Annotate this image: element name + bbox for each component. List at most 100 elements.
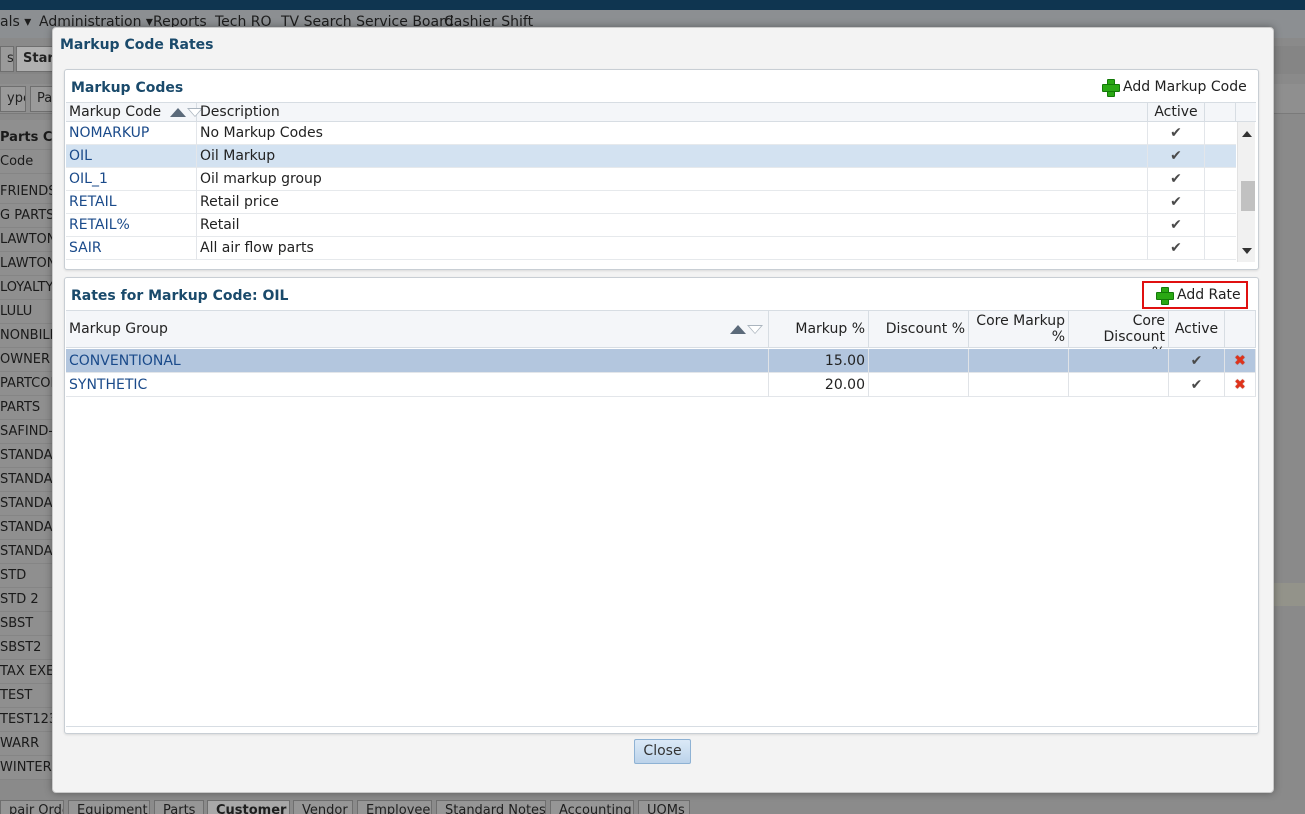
list-item[interactable]: STANDARD [0, 516, 60, 540]
list-item[interactable]: TAX EXEM [0, 660, 60, 684]
list-item[interactable]: SAFIND-C [0, 420, 60, 444]
table-row-selected[interactable]: CONVENTIONAL 15.00 ✔ ✖ [66, 349, 1256, 373]
column-discount-percent[interactable]: Discount % [869, 311, 969, 348]
list-item[interactable]: WARR [0, 732, 60, 756]
markup-group-cell[interactable]: CONVENTIONAL [66, 349, 769, 373]
column-markup-code[interactable]: Markup Code [66, 103, 203, 122]
menu-item[interactable]: als ▾ [0, 14, 31, 30]
list-item[interactable]: PARTCON [0, 372, 60, 396]
tab-equipment[interactable]: Equipment [68, 800, 150, 814]
checkmark-icon[interactable]: ✔ [1169, 373, 1225, 397]
column-spacer [1205, 103, 1236, 122]
tab-uoms[interactable]: UOMs [638, 800, 690, 814]
markup-percent-cell[interactable]: 20.00 [769, 373, 869, 397]
sort-arrows-icon[interactable] [730, 323, 764, 335]
column-markup-group[interactable]: Markup Group [66, 311, 769, 348]
core-discount-cell[interactable] [1069, 373, 1169, 397]
list-item[interactable]: STANDARD [0, 468, 60, 492]
list-item[interactable]: STD 2 [0, 588, 60, 612]
table-row-selected[interactable]: OIL Oil Markup ✔ [66, 145, 1236, 168]
list-item[interactable]: LAWTONC [0, 252, 60, 276]
markup-code-cell[interactable]: SAIR [66, 237, 197, 260]
tab-standard-notes[interactable]: Standard Notes [436, 800, 546, 814]
markup-code-cell[interactable]: NOMARKUP [66, 122, 197, 145]
list-item[interactable]: TEST123 [0, 708, 60, 732]
column-description[interactable]: Description [197, 103, 1148, 122]
column-markup-code-label: Markup Code [69, 104, 162, 120]
list-item[interactable]: TEST [0, 684, 60, 708]
core-markup-cell[interactable] [969, 373, 1069, 397]
description-cell: Oil Markup [197, 145, 1148, 168]
tab-vendor[interactable]: Vendor [293, 800, 353, 814]
description-cell: All air flow parts [197, 237, 1148, 260]
list-item[interactable]: SBST [0, 612, 60, 636]
tab-partial[interactable]: s [0, 46, 14, 72]
scroll-up-arrow-icon[interactable] [1242, 131, 1252, 137]
description-cell: Retail [197, 214, 1148, 237]
delete-x-icon[interactable]: ✖ [1225, 373, 1256, 397]
list-item[interactable]: STANDARD [0, 492, 60, 516]
list-item[interactable]: LOYALTY [0, 276, 60, 300]
column-core-markup[interactable]: Core Markup % [969, 311, 1069, 348]
discount-percent-cell[interactable] [869, 373, 969, 397]
markup-code-cell[interactable]: OIL [66, 145, 197, 168]
tab-accounting[interactable]: Accounting [550, 800, 634, 814]
add-markup-code-label: Add Markup Code [1123, 79, 1247, 95]
core-discount-cell[interactable] [1069, 349, 1169, 373]
checkmark-icon[interactable]: ✔ [1169, 349, 1225, 373]
markup-codes-panel: Markup Codes Add Markup Code Markup Code… [64, 69, 1259, 270]
checkmark-icon: ✔ [1148, 122, 1205, 145]
scroll-thumb[interactable] [1241, 181, 1255, 211]
tab-employee[interactable]: Employee [357, 800, 432, 814]
list-item[interactable]: FRIENDSM [0, 180, 60, 204]
rates-header: Markup Group Markup % Discount % Core Ma… [66, 310, 1256, 361]
tab-standard[interactable]: Star [16, 46, 56, 72]
scroll-down-arrow-icon[interactable] [1242, 248, 1252, 254]
list-item[interactable]: STD [0, 564, 60, 588]
markup-percent-cell[interactable]: 15.00 [769, 349, 869, 373]
tab-parts[interactable]: Parts [154, 800, 204, 814]
table-row[interactable]: SYNTHETIC 20.00 ✔ ✖ [66, 373, 1256, 397]
list-item[interactable]: OWNER O [0, 348, 60, 372]
checkmark-icon: ✔ [1148, 191, 1205, 214]
column-core-discount-line1: Core Discount [1103, 313, 1165, 345]
add-markup-code-button[interactable]: Add Markup Code [1101, 78, 1247, 97]
table-row[interactable]: SAIR All air flow parts ✔ [66, 237, 1236, 260]
list-item[interactable]: SBST2 [0, 636, 60, 660]
list-item[interactable]: STANDARD [0, 540, 60, 564]
markup-code-cell[interactable]: RETAIL% [66, 214, 197, 237]
table-row[interactable]: RETAIL Retail price ✔ [66, 191, 1236, 214]
tab-repair-order[interactable]: pair Order [0, 800, 64, 814]
tab-customer[interactable]: Customer [207, 800, 290, 814]
table-row[interactable]: OIL_1 Oil markup group ✔ [66, 168, 1236, 191]
list-item[interactable]: G PARTS [0, 204, 60, 228]
column-active[interactable]: Active [1148, 103, 1205, 122]
column-markup-percent[interactable]: Markup % [769, 311, 869, 348]
dialog-title: Markup Code Rates [60, 37, 214, 53]
list-item[interactable]: PARTS [0, 396, 60, 420]
subtab-type[interactable]: ype [0, 86, 26, 112]
list-item[interactable]: LAWTONC [0, 228, 60, 252]
list-item[interactable]: NONBILLI [0, 324, 60, 348]
markup-group-cell[interactable]: SYNTHETIC [66, 373, 769, 397]
table-row[interactable]: RETAIL% Retail ✔ [66, 214, 1236, 237]
markup-codes-body: NOMARKUP No Markup Codes ✔ OIL Oil Marku… [66, 122, 1236, 262]
column-active[interactable]: Active [1169, 311, 1225, 348]
discount-percent-cell[interactable] [869, 349, 969, 373]
column-core-discount[interactable]: Core Discount % [1069, 311, 1169, 361]
markup-codes-scrollbar[interactable] [1237, 122, 1255, 262]
list-item[interactable]: WINTER [0, 756, 60, 780]
table-row[interactable]: NOMARKUP No Markup Codes ✔ [66, 122, 1236, 145]
checkmark-icon: ✔ [1148, 168, 1205, 191]
core-markup-cell[interactable] [969, 349, 1069, 373]
rates-title: Rates for Markup Code: OIL [71, 288, 289, 304]
markup-code-cell[interactable]: RETAIL [66, 191, 197, 214]
markup-code-cell[interactable]: OIL_1 [66, 168, 197, 191]
list-item[interactable]: STANDARD [0, 444, 60, 468]
close-button[interactable]: Close [634, 739, 691, 764]
delete-x-icon[interactable]: ✖ [1225, 349, 1256, 373]
checkmark-icon: ✔ [1148, 237, 1205, 260]
rates-footer-divider [66, 726, 1257, 727]
list-item[interactable]: LULU [0, 300, 60, 324]
list-column-code[interactable]: Code [0, 150, 60, 174]
